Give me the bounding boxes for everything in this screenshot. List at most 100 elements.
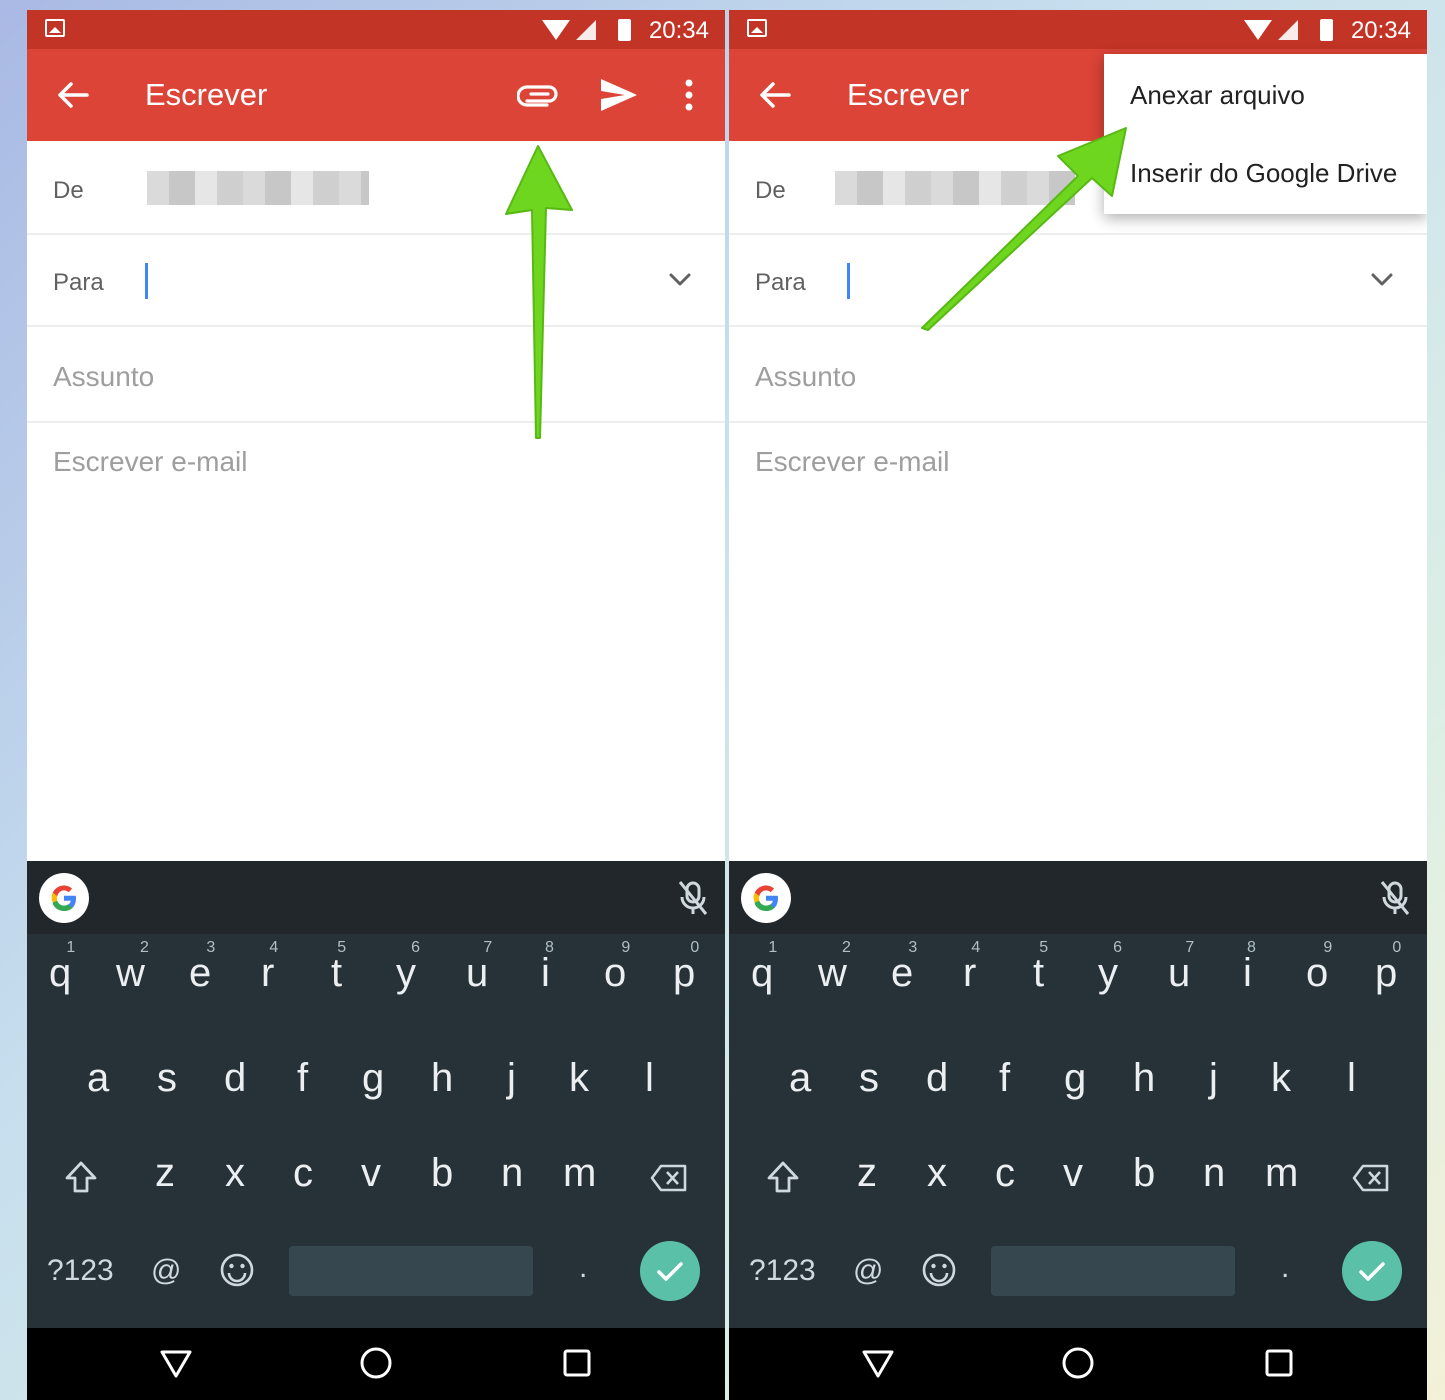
key-l[interactable]: l (1347, 1056, 1356, 1101)
at-key[interactable]: @ (853, 1254, 883, 1288)
key-d[interactable]: d (926, 1056, 948, 1101)
attach-button[interactable] (516, 79, 561, 113)
menu-item-attach-file[interactable]: Anexar arquivo (1130, 80, 1305, 111)
nav-home-button[interactable] (1060, 1345, 1096, 1381)
key-c[interactable]: c (995, 1151, 1015, 1196)
period-key[interactable]: . (1281, 1251, 1289, 1285)
back-button[interactable] (53, 75, 93, 115)
at-key[interactable]: @ (151, 1254, 181, 1288)
key-f[interactable]: f (999, 1056, 1010, 1101)
key-z[interactable]: z (155, 1151, 175, 1196)
shift-key[interactable] (765, 1159, 801, 1205)
nav-recent-button[interactable] (1263, 1347, 1295, 1379)
emoji-key[interactable] (921, 1252, 957, 1296)
backspace-key[interactable] (649, 1159, 689, 1204)
key-p[interactable]: p0 (1375, 939, 1401, 996)
key-f[interactable]: f (297, 1056, 308, 1101)
period-key[interactable]: . (579, 1251, 587, 1285)
key-j[interactable]: j (1209, 1056, 1218, 1101)
space-key[interactable] (991, 1246, 1235, 1296)
key-m[interactable]: m (1265, 1151, 1298, 1196)
key-o[interactable]: o9 (604, 939, 630, 996)
nav-recent-button[interactable] (561, 1347, 593, 1379)
emoji-key[interactable] (219, 1252, 255, 1296)
key-t[interactable]: t5 (331, 939, 346, 996)
menu-item-insert-from-drive[interactable]: Inserir do Google Drive (1130, 158, 1397, 189)
google-g-icon (51, 885, 76, 911)
key-n[interactable]: n (1203, 1151, 1225, 1196)
enter-button[interactable] (1342, 1241, 1402, 1301)
body-field[interactable]: Escrever e-mail (53, 446, 247, 478)
key-k[interactable]: k (569, 1056, 589, 1101)
key-s[interactable]: s (859, 1056, 879, 1101)
key-b[interactable]: b (431, 1151, 453, 1196)
key-k[interactable]: k (1271, 1056, 1291, 1101)
keyboard: q1 w2 e3 r4 t5 y6 u7 i8 o9 p0 a s d f g … (27, 861, 725, 1328)
mic-off-icon (1380, 881, 1410, 915)
voice-input-button[interactable] (675, 879, 711, 917)
key-w[interactable]: w2 (818, 939, 851, 996)
key-m[interactable]: m (563, 1151, 596, 1196)
key-q[interactable]: q1 (751, 939, 777, 996)
key-z[interactable]: z (857, 1151, 877, 1196)
key-j[interactable]: j (507, 1056, 516, 1101)
key-s[interactable]: s (157, 1056, 177, 1101)
key-u[interactable]: u7 (1168, 939, 1194, 996)
symbols-key[interactable]: ?123 (749, 1254, 816, 1288)
from-row[interactable]: De (27, 141, 725, 235)
key-q[interactable]: q1 (49, 939, 75, 996)
key-g[interactable]: g (1064, 1056, 1086, 1101)
expand-recipients-button[interactable] (665, 265, 695, 295)
enter-button[interactable] (640, 1241, 700, 1301)
key-g[interactable]: g (362, 1056, 384, 1101)
key-y[interactable]: y6 (396, 939, 420, 996)
space-key[interactable] (289, 1246, 533, 1296)
key-v[interactable]: v (1063, 1151, 1083, 1196)
nav-home-button[interactable] (358, 1345, 394, 1381)
key-v[interactable]: v (361, 1151, 381, 1196)
nav-home-icon (1062, 1347, 1094, 1379)
key-h[interactable]: h (431, 1056, 453, 1101)
expand-recipients-button[interactable] (1367, 265, 1397, 295)
key-d[interactable]: d (224, 1056, 246, 1101)
navigation-bar (27, 1328, 725, 1400)
to-row[interactable]: Para (729, 235, 1427, 327)
symbols-key[interactable]: ?123 (47, 1254, 114, 1288)
shift-key[interactable] (63, 1159, 99, 1205)
key-a[interactable]: a (789, 1056, 811, 1101)
key-i[interactable]: i8 (541, 939, 554, 996)
backspace-key[interactable] (1351, 1159, 1391, 1204)
key-p[interactable]: p0 (673, 939, 699, 996)
send-button[interactable] (597, 75, 641, 115)
key-n[interactable]: n (501, 1151, 523, 1196)
key-e[interactable]: e3 (891, 939, 917, 996)
to-row[interactable]: Para (27, 235, 725, 327)
nav-back-button[interactable] (861, 1346, 895, 1380)
key-x[interactable]: x (225, 1151, 245, 1196)
voice-input-button[interactable] (1377, 879, 1413, 917)
key-h[interactable]: h (1133, 1056, 1155, 1101)
key-c[interactable]: c (293, 1151, 313, 1196)
google-button[interactable] (39, 873, 89, 923)
key-l[interactable]: l (645, 1056, 654, 1101)
key-t[interactable]: t5 (1033, 939, 1048, 996)
key-e[interactable]: e3 (189, 939, 215, 996)
key-y[interactable]: y6 (1098, 939, 1122, 996)
subject-field[interactable]: Assunto (27, 327, 725, 423)
key-u[interactable]: u7 (466, 939, 492, 996)
key-w[interactable]: w2 (116, 939, 149, 996)
nav-back-button[interactable] (159, 1346, 193, 1380)
more-options-button[interactable] (675, 75, 703, 115)
body-field[interactable]: Escrever e-mail (755, 446, 949, 478)
key-a[interactable]: a (87, 1056, 109, 1101)
google-button[interactable] (741, 873, 791, 923)
key-r[interactable]: r4 (963, 939, 980, 996)
subject-field[interactable]: Assunto (729, 327, 1427, 423)
key-r[interactable]: r4 (261, 939, 278, 996)
key-i[interactable]: i8 (1243, 939, 1256, 996)
key-o[interactable]: o9 (1306, 939, 1332, 996)
key-b[interactable]: b (1133, 1151, 1155, 1196)
to-label: Para (755, 269, 806, 296)
key-x[interactable]: x (927, 1151, 947, 1196)
back-button[interactable] (755, 75, 795, 115)
